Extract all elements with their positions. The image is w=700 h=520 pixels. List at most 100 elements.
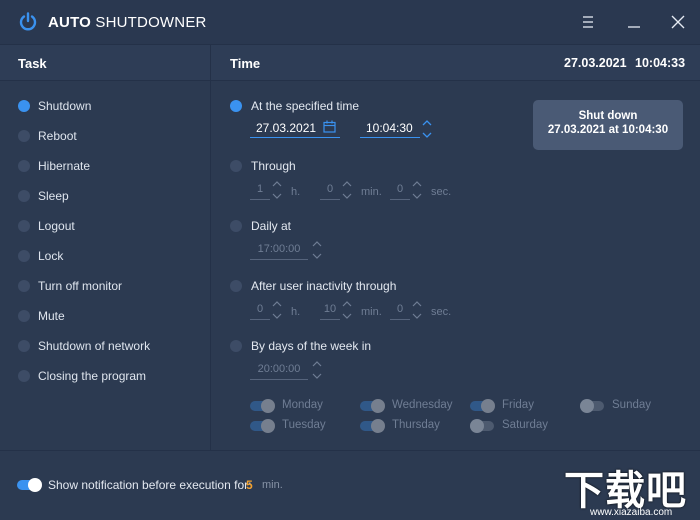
day-label: Monday: [282, 399, 323, 411]
watermark-url: www.xiazaiba.com: [590, 507, 673, 518]
task-label: Mute: [38, 309, 65, 323]
option-label: After user inactivity through: [251, 279, 397, 293]
task-label: Turn off monitor: [38, 279, 123, 293]
day-toggle[interactable]: [470, 399, 495, 413]
radio-button[interactable]: [18, 190, 30, 202]
calendar-icon[interactable]: [323, 120, 336, 133]
column-divider: [210, 44, 211, 450]
minutes-unit: min.: [361, 186, 382, 198]
radio-button[interactable]: [18, 370, 30, 382]
footer-divider: [0, 450, 700, 451]
button-label: Shut down: [578, 110, 638, 122]
day-label: Wednesday: [392, 399, 453, 411]
option-label: Daily at: [251, 219, 292, 233]
toggle-knob: [261, 419, 275, 433]
daily-time-field[interactable]: 17:00:00: [250, 240, 308, 260]
option-label: By days of the week in: [251, 339, 372, 353]
task-label: Sleep: [38, 189, 69, 203]
spinner-icon[interactable]: [342, 299, 352, 321]
day-label: Thursday: [392, 419, 440, 431]
toggle-knob: [261, 399, 275, 413]
toggle-knob: [580, 399, 594, 413]
inactivity-minutes-field[interactable]: 10: [320, 300, 340, 320]
header-row: Task Time 27.03.2021 10:04:33: [0, 44, 700, 81]
inactivity-hours-field[interactable]: 0: [250, 300, 270, 320]
app-title: AUTO SHUTDOWNER: [48, 14, 207, 31]
radio-button[interactable]: [18, 340, 30, 352]
radio-button[interactable]: [230, 160, 242, 172]
notification-minutes-value[interactable]: 5: [246, 478, 253, 492]
seconds-unit: sec.: [431, 186, 452, 198]
time-column-header: Time: [230, 56, 261, 71]
option-label: At the specified time: [251, 99, 360, 113]
day-label: Tuesday: [282, 419, 326, 431]
task-label: Reboot: [38, 129, 77, 143]
task-label: Hibernate: [38, 159, 91, 173]
day-toggle[interactable]: [250, 399, 275, 413]
spinner-icon[interactable]: [312, 239, 322, 261]
minutes-unit: min.: [361, 306, 382, 318]
through-seconds-field[interactable]: 0: [390, 180, 410, 200]
spinner-icon[interactable]: [272, 179, 282, 201]
radio-button[interactable]: [230, 220, 242, 232]
button-schedule: 27.03.2021 at 10:04:30: [547, 124, 669, 136]
radio-button[interactable]: [230, 100, 242, 112]
spinner-icon[interactable]: [272, 299, 282, 321]
time-spinner-icon[interactable]: [422, 118, 432, 140]
day-toggle[interactable]: [360, 419, 385, 433]
time-field[interactable]: 10:04:30: [360, 118, 420, 138]
radio-button[interactable]: [18, 250, 30, 262]
task-label: Lock: [38, 249, 64, 263]
task-column-header: Task: [18, 56, 47, 71]
minimize-icon[interactable]: [624, 12, 644, 32]
date-value: 27.03.2021: [256, 121, 317, 135]
inactivity-seconds-field[interactable]: 0: [390, 300, 410, 320]
toggle-knob: [470, 419, 484, 433]
toggle-knob: [371, 399, 385, 413]
spinner-icon[interactable]: [312, 359, 322, 381]
notification-label: Show notification before execution for:: [48, 478, 252, 492]
through-hours-field[interactable]: 1: [250, 180, 270, 200]
shutdown-action-button[interactable]: Shut down 27.03.2021 at 10:04:30: [533, 100, 683, 150]
spinner-icon[interactable]: [412, 179, 422, 201]
seconds-unit: sec.: [431, 306, 452, 318]
radio-button[interactable]: [230, 340, 242, 352]
task-label: Shutdown of network: [38, 339, 151, 353]
toggle-knob: [481, 399, 495, 413]
day-label: Friday: [502, 399, 534, 411]
notification-unit: min.: [262, 479, 283, 491]
watermark: 下载吧 www.xiazaiba.com: [560, 458, 700, 520]
day-toggle[interactable]: [360, 399, 385, 413]
hours-unit: h.: [291, 186, 301, 198]
hamburger-menu-icon[interactable]: [578, 12, 598, 32]
radio-button[interactable]: [18, 130, 30, 142]
time-value: 10:04:30: [366, 121, 413, 135]
task-label: Closing the program: [38, 369, 147, 383]
power-icon: [19, 12, 37, 31]
title-bar: AUTO SHUTDOWNER: [0, 0, 700, 44]
spinner-icon[interactable]: [342, 179, 352, 201]
toggle-knob: [28, 478, 42, 492]
notification-toggle[interactable]: [17, 478, 42, 492]
radio-button[interactable]: [18, 310, 30, 322]
option-label: Through: [251, 159, 296, 173]
hours-unit: h.: [291, 306, 301, 318]
radio-button[interactable]: [18, 100, 30, 112]
task-label: Shutdown: [38, 99, 92, 113]
spinner-icon[interactable]: [412, 299, 422, 321]
day-label: Saturday: [502, 419, 549, 431]
through-minutes-field[interactable]: 0: [320, 180, 340, 200]
day-toggle[interactable]: [470, 419, 494, 433]
radio-button[interactable]: [18, 220, 30, 232]
radio-button[interactable]: [18, 160, 30, 172]
day-label: Sunday: [612, 399, 652, 411]
day-toggle[interactable]: [250, 419, 275, 433]
weekdays-time-field[interactable]: 20:00:00: [250, 360, 308, 380]
current-time: 10:04:33: [635, 56, 686, 70]
radio-button[interactable]: [230, 280, 242, 292]
toggle-knob: [371, 419, 385, 433]
close-icon[interactable]: [668, 12, 688, 32]
radio-button[interactable]: [18, 280, 30, 292]
day-toggle[interactable]: [580, 399, 604, 413]
task-label: Logout: [38, 219, 75, 233]
